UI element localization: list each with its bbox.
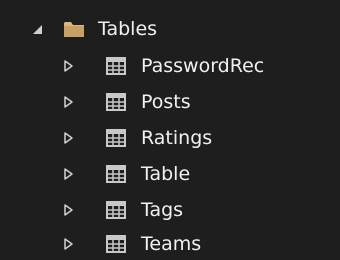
collapsed-triangle-icon[interactable] bbox=[58, 92, 78, 112]
collapsed-triangle-icon[interactable] bbox=[58, 56, 78, 76]
tree-node-table[interactable]: PasswordRec bbox=[0, 48, 340, 84]
tree-node-label: Tags bbox=[141, 199, 184, 221]
collapsed-triangle-icon[interactable] bbox=[58, 128, 78, 148]
table-icon bbox=[105, 55, 127, 77]
table-icon bbox=[105, 199, 127, 221]
tree-node-table[interactable]: Teams bbox=[0, 226, 340, 260]
tree-node-label: Tables bbox=[98, 18, 158, 40]
table-icon bbox=[105, 91, 127, 113]
expanded-triangle-icon[interactable] bbox=[27, 19, 47, 39]
object-explorer-tree: Tables PasswordRec Posts Ratings Table T… bbox=[0, 0, 340, 260]
tree-node-tables-folder[interactable]: Tables bbox=[0, 11, 340, 47]
collapsed-triangle-icon[interactable] bbox=[58, 164, 78, 184]
tree-node-label: Teams bbox=[141, 233, 202, 255]
tree-node-label: PasswordRec bbox=[141, 55, 265, 77]
table-icon bbox=[105, 233, 127, 255]
tree-node-label: Table bbox=[141, 163, 191, 185]
collapsed-triangle-icon[interactable] bbox=[58, 234, 78, 254]
tree-node-table[interactable]: Posts bbox=[0, 84, 340, 120]
table-icon bbox=[105, 163, 127, 185]
folder-icon bbox=[63, 18, 85, 40]
collapsed-triangle-icon[interactable] bbox=[58, 200, 78, 220]
tree-node-label: Posts bbox=[141, 91, 191, 113]
tree-node-table[interactable]: Tags bbox=[0, 192, 340, 228]
tree-node-table[interactable]: Table bbox=[0, 156, 340, 192]
table-icon bbox=[105, 127, 127, 149]
tree-node-label: Ratings bbox=[141, 127, 213, 149]
tree-node-table[interactable]: Ratings bbox=[0, 120, 340, 156]
